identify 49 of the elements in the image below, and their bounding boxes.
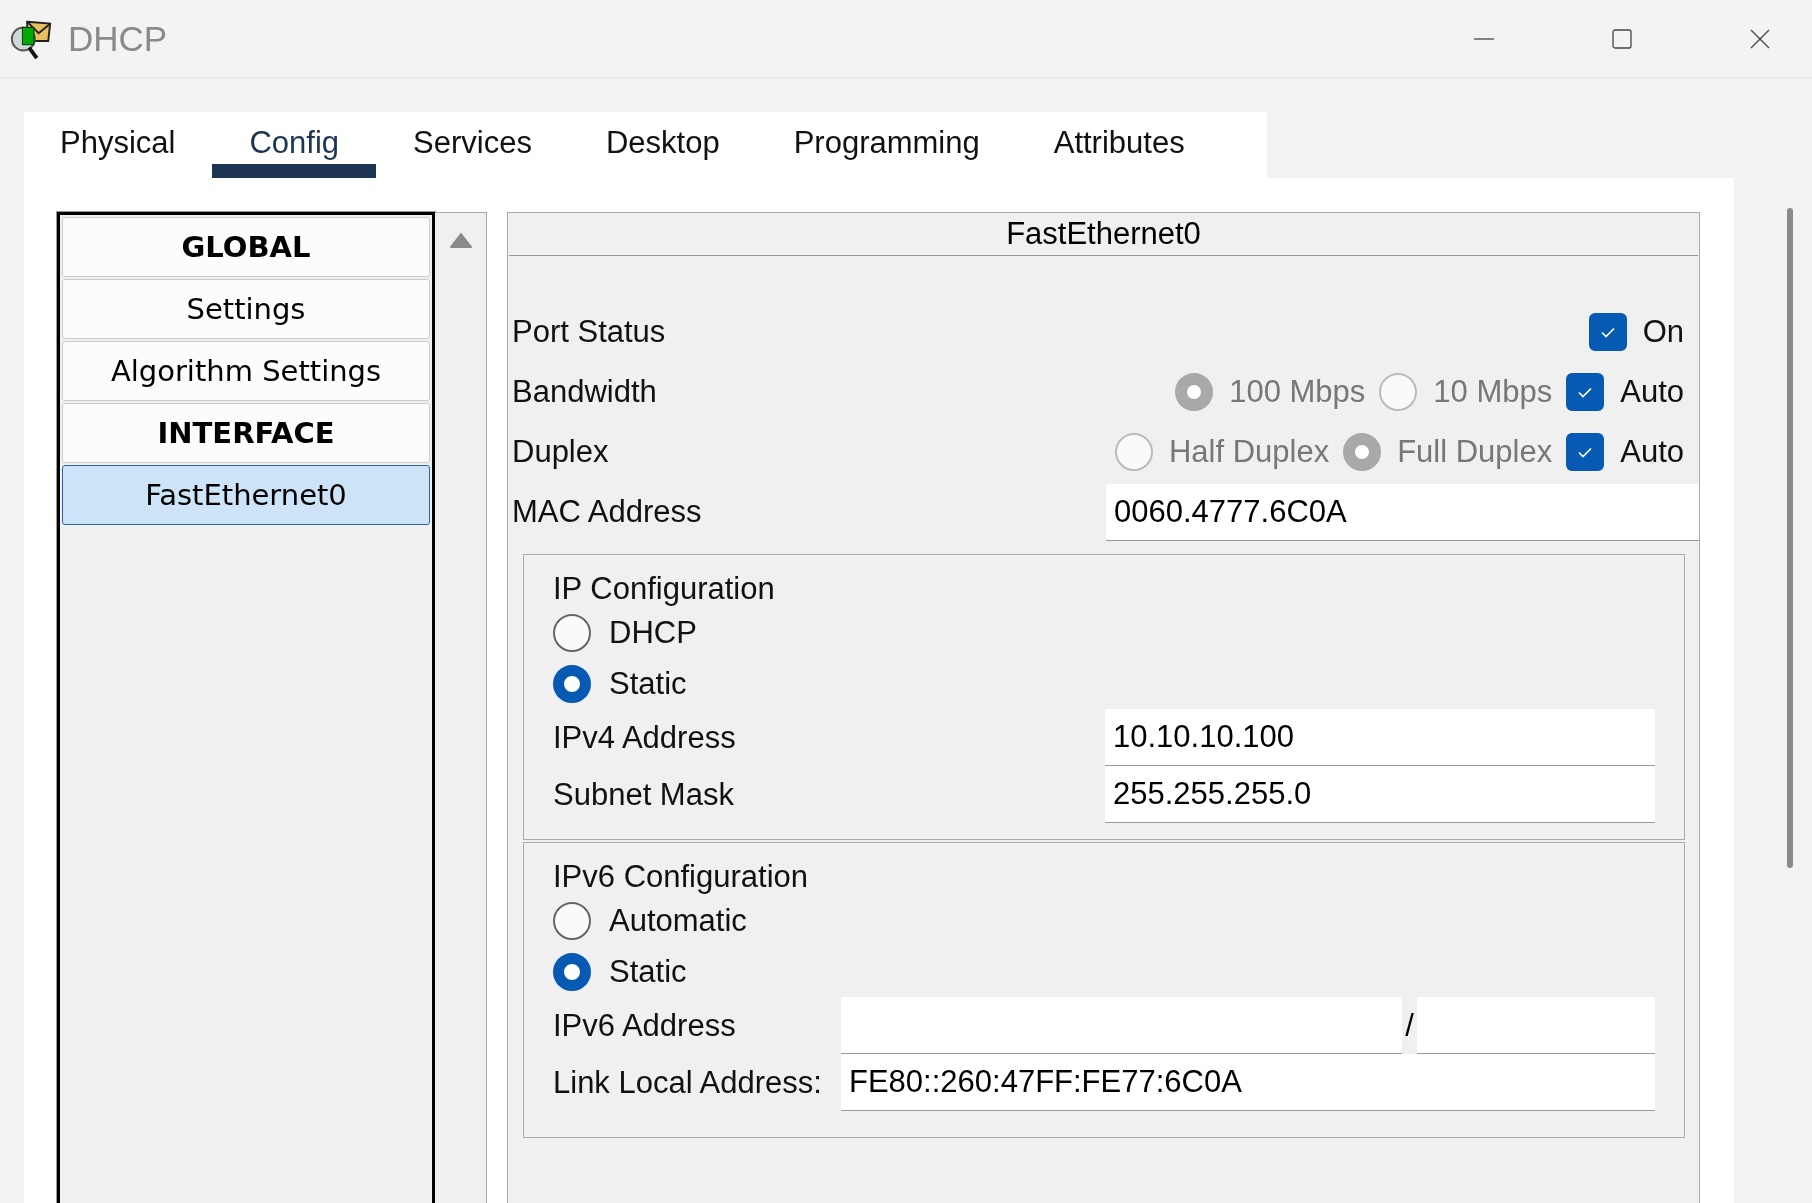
tab[interactable]: Physical (60, 112, 213, 178)
window-title: DHCP (68, 18, 168, 59)
radio-label: Static (609, 665, 687, 702)
field-label: IPv4 Address (553, 719, 737, 756)
text-field[interactable]: 10.10.10.100 (1105, 709, 1655, 766)
scroll-up-icon[interactable] (449, 233, 472, 249)
mac-address-field[interactable]: 0060.4777.6C0A (1106, 483, 1699, 541)
field-label: Duplex (512, 434, 609, 470)
field-label: Link Local Address: (553, 1064, 823, 1101)
group-title: IP Configuration (553, 571, 775, 607)
field-label: IPv6 Address (553, 1007, 737, 1044)
checkbox[interactable] (1588, 313, 1627, 351)
field-label: MAC Address (512, 494, 702, 530)
section-header: INTERFACE (62, 403, 430, 463)
checkbox-label: Auto (1620, 374, 1684, 410)
text-field[interactable]: 255.255.255.0 (1105, 766, 1655, 823)
panel-title: FastEthernet0 (509, 213, 1698, 256)
checkbox-label: Auto (1620, 434, 1684, 470)
radio-button[interactable] (553, 664, 591, 703)
group-title: IPv6 Configuration (553, 859, 809, 895)
field-label: Subnet Mask (553, 776, 735, 813)
radio-button[interactable] (553, 952, 591, 991)
tab[interactable]: Services (376, 112, 569, 178)
scrollbar-thumb[interactable] (1787, 208, 1793, 868)
radio-label: Full Duplex (1397, 434, 1553, 470)
radio-label: Half Duplex (1168, 434, 1330, 470)
tab[interactable]: Desktop (568, 112, 757, 178)
field-label: Bandwidth (512, 374, 657, 410)
radio-button[interactable] (553, 901, 591, 940)
section-header: GLOBAL (62, 217, 430, 277)
radio-label: DHCP (609, 614, 697, 651)
sidebar-item[interactable]: FastEthernet0 (62, 465, 430, 525)
prefix-field[interactable] (1417, 997, 1655, 1054)
radio-label: 100 Mbps (1229, 374, 1366, 410)
tab[interactable]: Programming (756, 112, 1017, 178)
field-label: Port Status (512, 314, 666, 350)
radio-label: Static (609, 953, 687, 990)
tab[interactable]: Attributes (1016, 112, 1222, 178)
close-icon[interactable] (1750, 28, 1770, 49)
ipv6-address-field[interactable] (841, 997, 1402, 1054)
radio-label: 10 Mbps (1433, 374, 1553, 410)
radio-label: Automatic (609, 902, 747, 939)
separator-text: / (1404, 1007, 1415, 1044)
checkbox-label: On (1642, 314, 1684, 350)
radio-button[interactable] (553, 613, 591, 652)
maximize-icon[interactable] (1612, 28, 1632, 49)
link-local-field[interactable]: FE80::260:47FF:FE77:6C0A (841, 1054, 1655, 1111)
sidebar-item[interactable]: Settings (62, 279, 430, 339)
sidebar-item[interactable]: Algorithm Settings (62, 341, 430, 401)
